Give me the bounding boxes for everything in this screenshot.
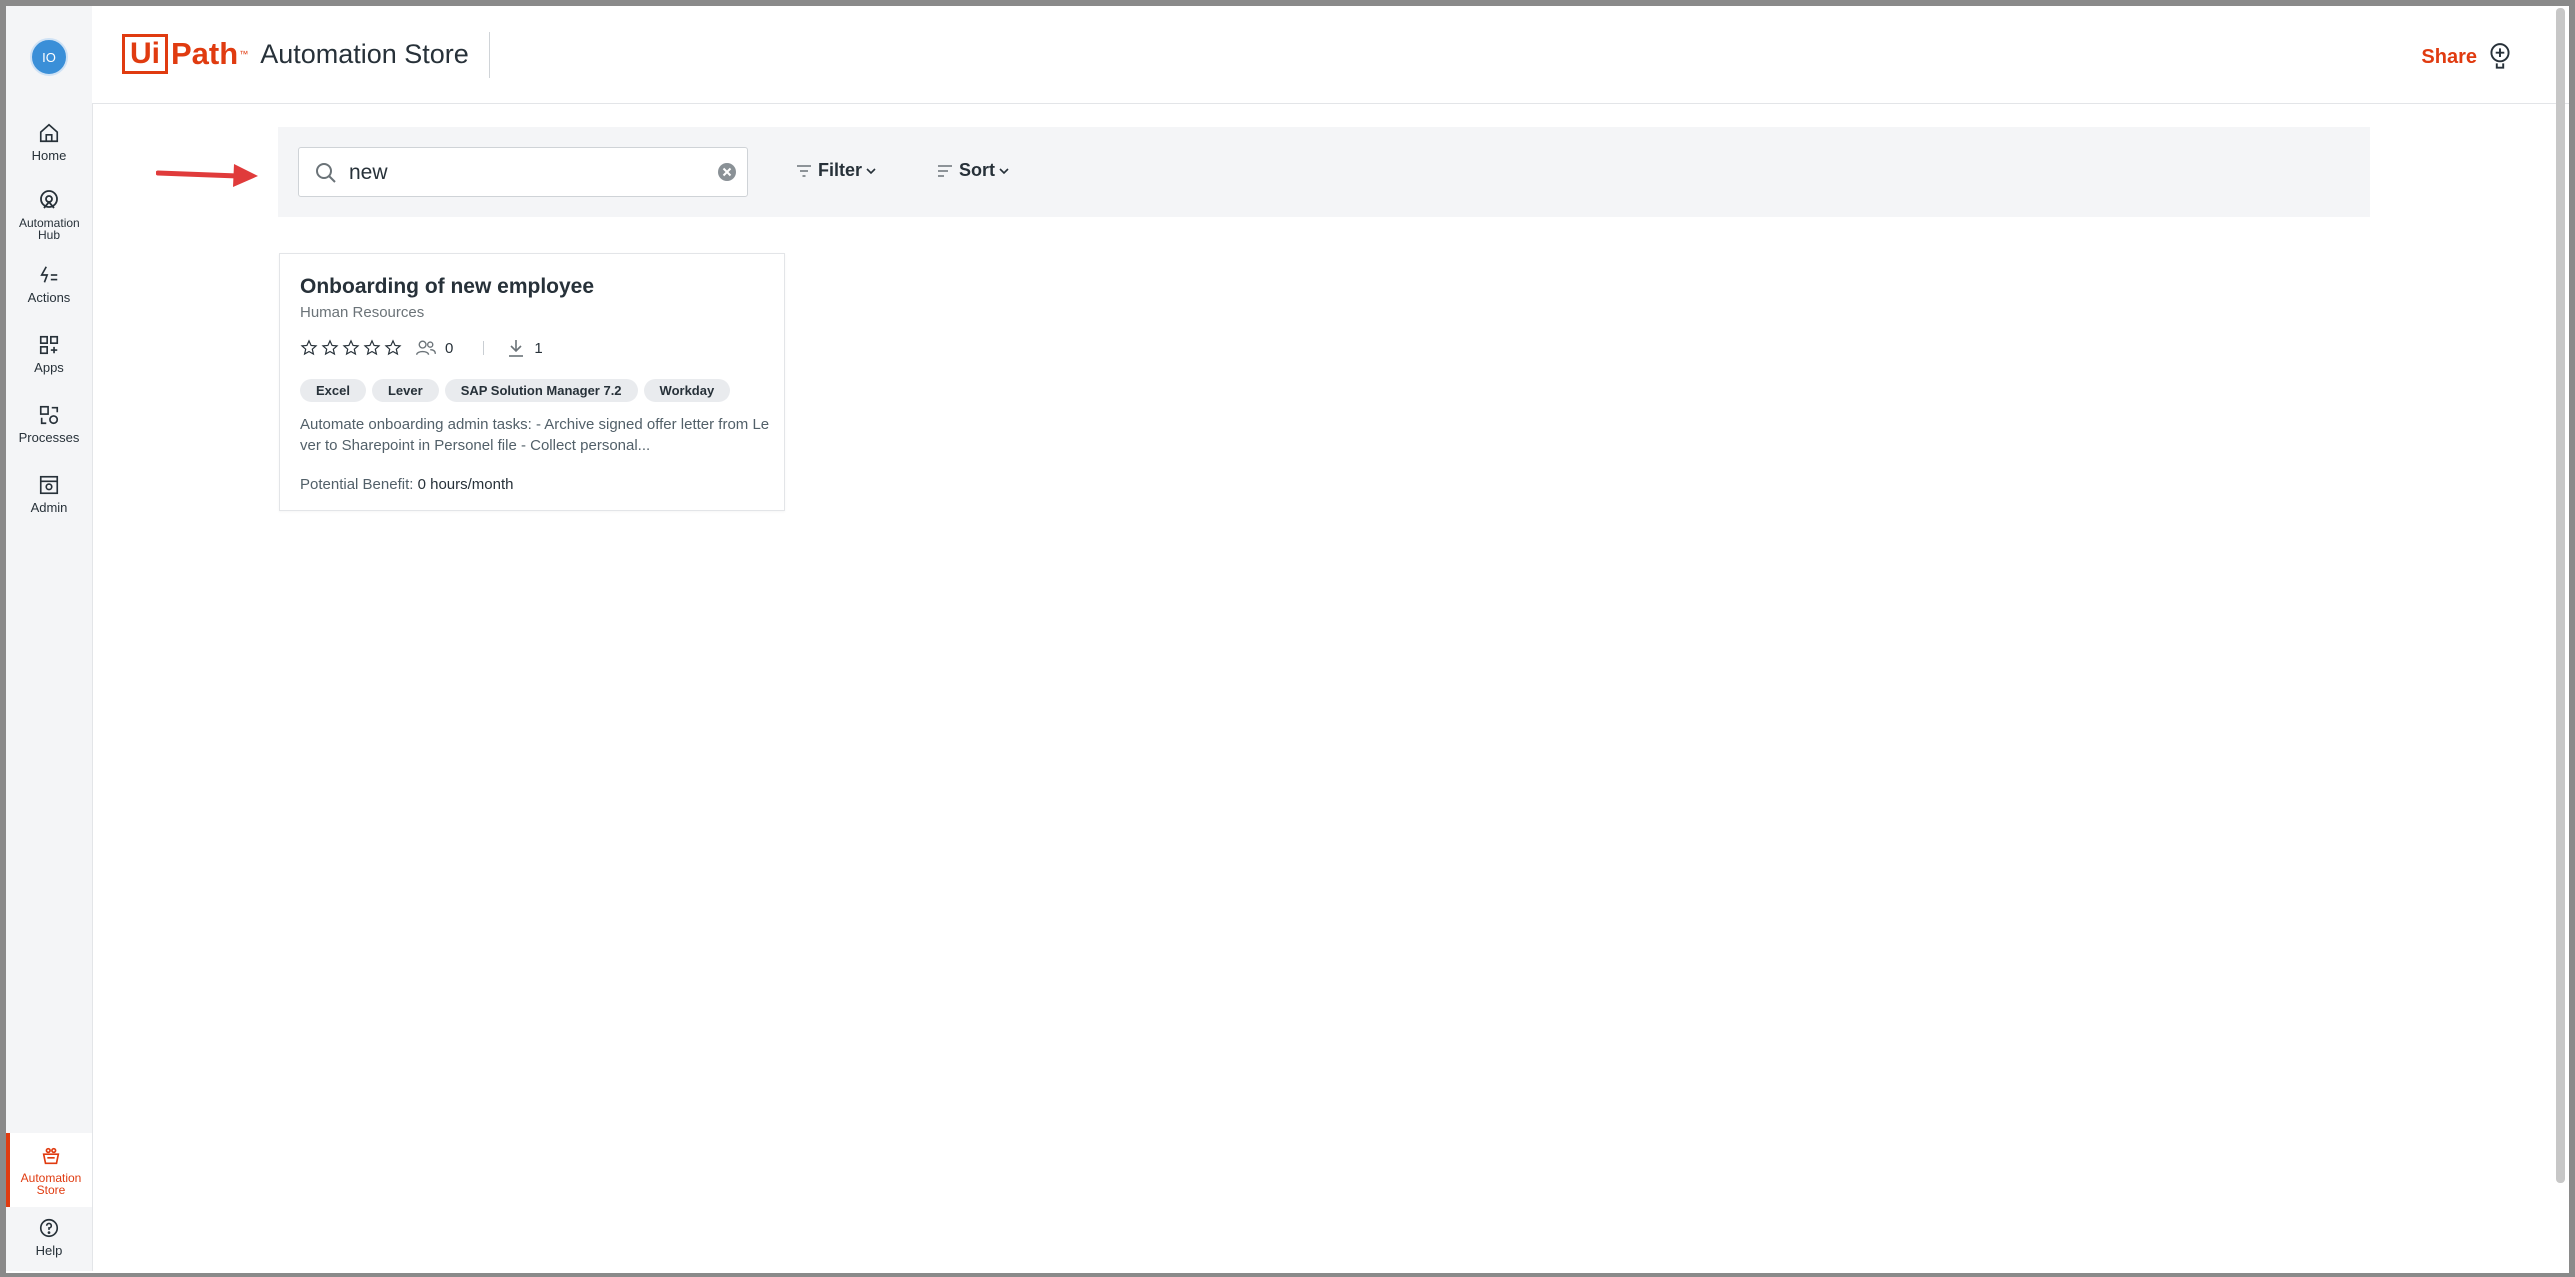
tag-chip: Lever [371, 379, 439, 402]
star-icon [384, 339, 402, 356]
lightbulb-plus-icon [2490, 43, 2510, 69]
star-icon [300, 339, 318, 356]
card-category: Human Resources [300, 304, 425, 321]
search-icon [316, 163, 336, 183]
filter-label: Filter [818, 160, 863, 180]
users-count: 0 [445, 339, 454, 357]
tag-chip: Workday [643, 379, 731, 402]
nav-home[interactable]: Home [6, 122, 92, 162]
search-value: new [349, 161, 388, 184]
card-stats: 0 1 [300, 338, 543, 358]
benefit-label: Potential Benefit: [300, 476, 414, 493]
star-rating [300, 339, 405, 357]
sort-label: Sort [959, 160, 995, 180]
star-icon [363, 339, 381, 356]
automation-store-icon [42, 1147, 60, 1165]
header-divider [489, 32, 490, 78]
users-stat: 0 [415, 339, 453, 357]
nav-admin-label: Admin [30, 500, 68, 515]
card-title[interactable]: Onboarding of new employee [300, 275, 594, 299]
nav-automation-store[interactable]: Automation Store [6, 1133, 92, 1207]
nav-apps[interactable]: Apps [6, 334, 92, 374]
left-nav-rail: IO Home Automation Hub Actions Apps Proc… [6, 6, 93, 1271]
logo-ui-box: Ui [122, 34, 168, 74]
help-icon [39, 1218, 59, 1238]
user-avatar[interactable]: IO [30, 38, 68, 76]
tag-chip: SAP Solution Manager 7.2 [444, 379, 638, 402]
annotation-arrow-icon [156, 164, 258, 187]
nav-home-label: Home [31, 148, 67, 163]
nav-automation-hub[interactable]: Automation Hub [6, 188, 92, 241]
nav-help-label: Help [35, 1243, 63, 1258]
users-icon [416, 340, 436, 355]
uipath-logo[interactable]: Ui Path ™ Automation Store [122, 34, 469, 74]
logo-trademark: ™ [239, 49, 249, 59]
page-scrollbar[interactable] [2556, 8, 2565, 1183]
download-icon [509, 340, 524, 357]
nav-automation-store-label: Automation Store [20, 1171, 82, 1197]
sort-icon [938, 164, 952, 177]
potential-benefit: Potential Benefit: 0 hours/month [300, 476, 513, 493]
automation-card[interactable]: Onboarding of new employee Human Resourc… [279, 253, 785, 511]
star-icon [342, 339, 360, 356]
tag-chip: Excel [300, 379, 366, 402]
chevron-down-icon [866, 167, 876, 174]
automation-hub-icon [40, 190, 58, 209]
search-input[interactable]: new [298, 147, 748, 197]
filter-button[interactable]: Filter [796, 160, 876, 181]
share-button[interactable]: Share [2421, 42, 2513, 72]
processes-icon [39, 405, 59, 425]
logo-path-text: Path [171, 36, 239, 71]
nav-processes[interactable]: Processes [6, 404, 92, 444]
nav-apps-label: Apps [34, 360, 64, 375]
clear-search-icon[interactable] [717, 162, 737, 182]
downloads-stat: 1 [506, 338, 543, 358]
nav-admin[interactable]: Admin [6, 474, 92, 514]
stats-divider [483, 341, 485, 355]
downloads-count: 1 [534, 339, 543, 357]
nav-processes-label: Processes [18, 430, 80, 445]
share-label: Share [2421, 45, 2477, 68]
chevron-down-icon [999, 167, 1009, 174]
actions-icon [40, 266, 58, 283]
tag-list: Excel Lever SAP Solution Manager 7.2 Wor… [300, 379, 736, 402]
apps-icon [39, 335, 59, 355]
search-toolbar: new Filter Sort [278, 127, 2370, 217]
filter-icon [797, 164, 811, 177]
sort-button[interactable]: Sort [937, 160, 1009, 181]
card-description: Automate onboarding admin tasks: - Archi… [300, 416, 770, 454]
top-header: Ui Path ™ Automation Store Share [92, 6, 2569, 104]
nav-help[interactable]: Help [6, 1217, 92, 1257]
admin-icon [39, 475, 59, 495]
nav-actions-label: Actions [27, 290, 71, 305]
nav-actions[interactable]: Actions [6, 264, 92, 304]
app-title: Automation Store [260, 38, 469, 69]
benefit-value: 0 hours/month [417, 476, 514, 493]
home-icon [39, 123, 59, 143]
star-icon [321, 339, 339, 356]
nav-automation-hub-label: Automation Hub [19, 216, 80, 242]
